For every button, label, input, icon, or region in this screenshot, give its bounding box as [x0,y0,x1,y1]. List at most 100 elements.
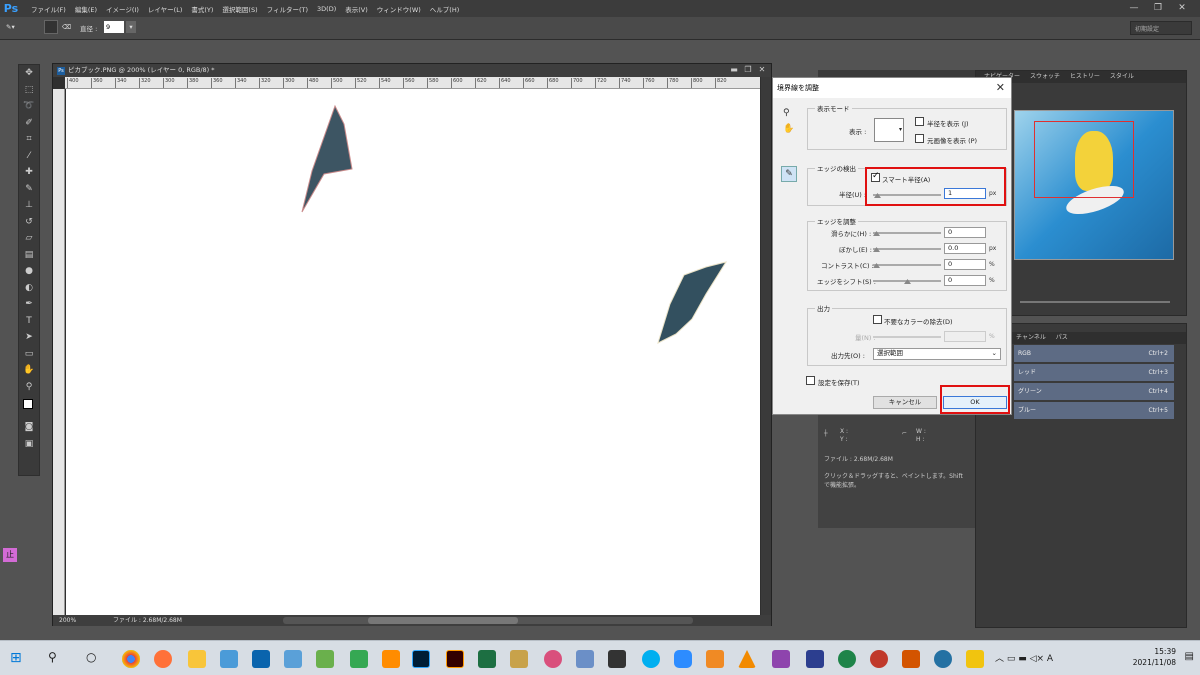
diameter-input[interactable]: 9 [104,21,124,33]
smooth-slider[interactable] [873,232,941,234]
clock[interactable]: 15:39 2021/11/08 [1133,646,1176,668]
zoom-icon[interactable]: ⚲ [783,108,790,118]
navigator-view-rect[interactable] [1034,121,1134,198]
horizontal-scrollbar[interactable] [283,617,693,624]
stamp-tool-icon[interactable]: ⊥ [19,197,39,214]
menu-select[interactable]: 選択範囲(S) [222,4,257,14]
menu-filter[interactable]: フィルター(T) [267,4,308,14]
output-to-select[interactable]: 選択範囲 ⌄ [873,348,1001,360]
menu-file[interactable]: ファイル(F) [31,4,66,14]
eyedropper-tool-icon[interactable]: ⁄ [19,148,39,165]
menu-window[interactable]: ウィンドウ(W) [377,4,421,14]
type-tool-icon[interactable]: T [19,313,39,330]
eraser-mode-icon[interactable]: ⌫ [62,23,71,31]
menu-view[interactable]: 表示(V) [345,4,368,14]
document-tab[interactable]: Ps ピカブック.PNG @ 200% (レイヤー 0, RGB/8) * [53,64,771,77]
dodge-tool-icon[interactable]: ◐ [19,280,39,297]
file-explorer-icon[interactable] [188,650,206,668]
minimize-button[interactable]: — [1122,2,1146,14]
vlc-icon[interactable] [738,650,756,668]
pen-tool-icon[interactable]: ✒ [19,296,39,313]
chrome-icon[interactable] [122,650,140,668]
cancel-button[interactable]: キャンセル [873,396,937,409]
shift-edge-input[interactable]: 0 [944,275,986,286]
search-icon[interactable]: ⚲ [48,650,66,668]
dreamweaver-icon[interactable] [350,650,368,668]
contrast-slider[interactable] [873,264,941,266]
app-icon-8[interactable] [772,650,790,668]
remember-settings-checkbox[interactable] [806,376,815,385]
history-brush-tool-icon[interactable]: ↺ [19,214,39,231]
tab-channels[interactable]: チャンネル [1016,334,1046,341]
menu-help[interactable]: ヘルプ(H) [430,4,459,14]
app-icon-10[interactable] [838,650,856,668]
skype-icon[interactable] [642,650,660,668]
crop-tool-icon[interactable]: ⌗ [19,131,39,148]
zoom-app-icon[interactable] [674,650,692,668]
app-icon-9[interactable] [806,650,824,668]
app-icon-11[interactable] [902,650,920,668]
7zip-icon[interactable] [608,650,626,668]
move-tool-icon[interactable]: ✥ [19,65,39,82]
doc-close-button[interactable]: ✕ [755,64,769,76]
app-icon-7[interactable] [706,650,724,668]
color-swatches[interactable] [19,395,39,419]
hand-tool-icon[interactable]: ✋ [19,362,39,379]
doc-restore-button[interactable]: ❐ [741,64,755,76]
menu-image[interactable]: イメージ(I) [106,4,139,14]
sublime-icon[interactable] [382,650,400,668]
record-icon[interactable] [870,650,888,668]
tab-swatches[interactable]: スウォッチ [1030,73,1060,80]
lasso-tool-icon[interactable]: ➰ [19,98,39,115]
blur-tool-icon[interactable]: ● [19,263,39,280]
horizontal-scroll-thumb[interactable] [368,617,518,624]
brush-tool-icon[interactable]: ✎▾ [6,23,15,31]
dialog-close-icon[interactable]: ✕ [996,81,1005,94]
path-select-tool-icon[interactable]: ➤ [19,329,39,346]
tab-history[interactable]: ヒストリー [1070,73,1100,80]
hand-icon[interactable]: ✋ [783,124,794,134]
menu-type[interactable]: 書式(Y) [191,4,213,14]
app-icon-6[interactable] [576,650,594,668]
show-radius-checkbox[interactable] [915,117,924,126]
menu-3d[interactable]: 3D(D) [317,5,336,13]
decontaminate-checkbox[interactable] [873,315,882,324]
channel-row-blue[interactable]: ブルー Ctrl+5 [1014,402,1174,420]
app-icon-3[interactable] [316,650,334,668]
marquee-tool-icon[interactable]: ⬚ [19,82,39,99]
illustrator-icon[interactable] [446,650,464,668]
app-icon-13[interactable] [966,650,984,668]
system-tray[interactable]: ︿ ▭ ▬ ◁× A [995,651,1053,664]
zoom-tool-icon[interactable]: ⚲ [19,379,39,396]
eraser-tool-icon[interactable]: ▱ [19,230,39,247]
quick-mask-icon[interactable]: ◙ [19,419,39,436]
gradient-tool-icon[interactable]: ▤ [19,247,39,264]
quick-select-tool-icon[interactable]: ✐ [19,115,39,132]
restore-button[interactable]: ❐ [1146,2,1170,14]
excel-icon[interactable] [478,650,496,668]
navigator-zoom-slider[interactable] [1020,301,1170,303]
notifications-icon[interactable]: ▤ [1185,651,1194,662]
windows-start-icon[interactable]: ⊞ [10,650,28,668]
doc-minimize-button[interactable]: ▬ [727,64,741,76]
feather-slider[interactable] [873,248,941,250]
app-icon-12[interactable] [934,650,952,668]
healing-tool-icon[interactable]: ✚ [19,164,39,181]
app-icon-2[interactable] [284,650,302,668]
view-mode-preview[interactable]: ▾ [874,118,904,142]
app-icon-1[interactable] [220,650,238,668]
tab-styles[interactable]: スタイル [1110,73,1134,80]
channel-row-red[interactable]: レッド Ctrl+3 [1014,364,1174,382]
vertical-scrollbar[interactable] [761,77,771,615]
contrast-input[interactable]: 0 [944,259,986,270]
smooth-input[interactable]: 0 [944,227,986,238]
outlook-icon[interactable] [252,650,270,668]
app-icon-4[interactable] [510,650,528,668]
photoshop-taskbar-icon[interactable] [412,650,430,668]
workspace-select[interactable]: 初期設定 [1130,21,1192,35]
shape-tool-icon[interactable]: ▭ [19,346,39,363]
brush-preset-icon[interactable] [44,20,58,34]
menu-layer[interactable]: レイヤー(L) [148,4,183,14]
task-view-icon[interactable]: ○ [86,650,104,668]
menu-edit[interactable]: 編集(E) [75,4,97,14]
